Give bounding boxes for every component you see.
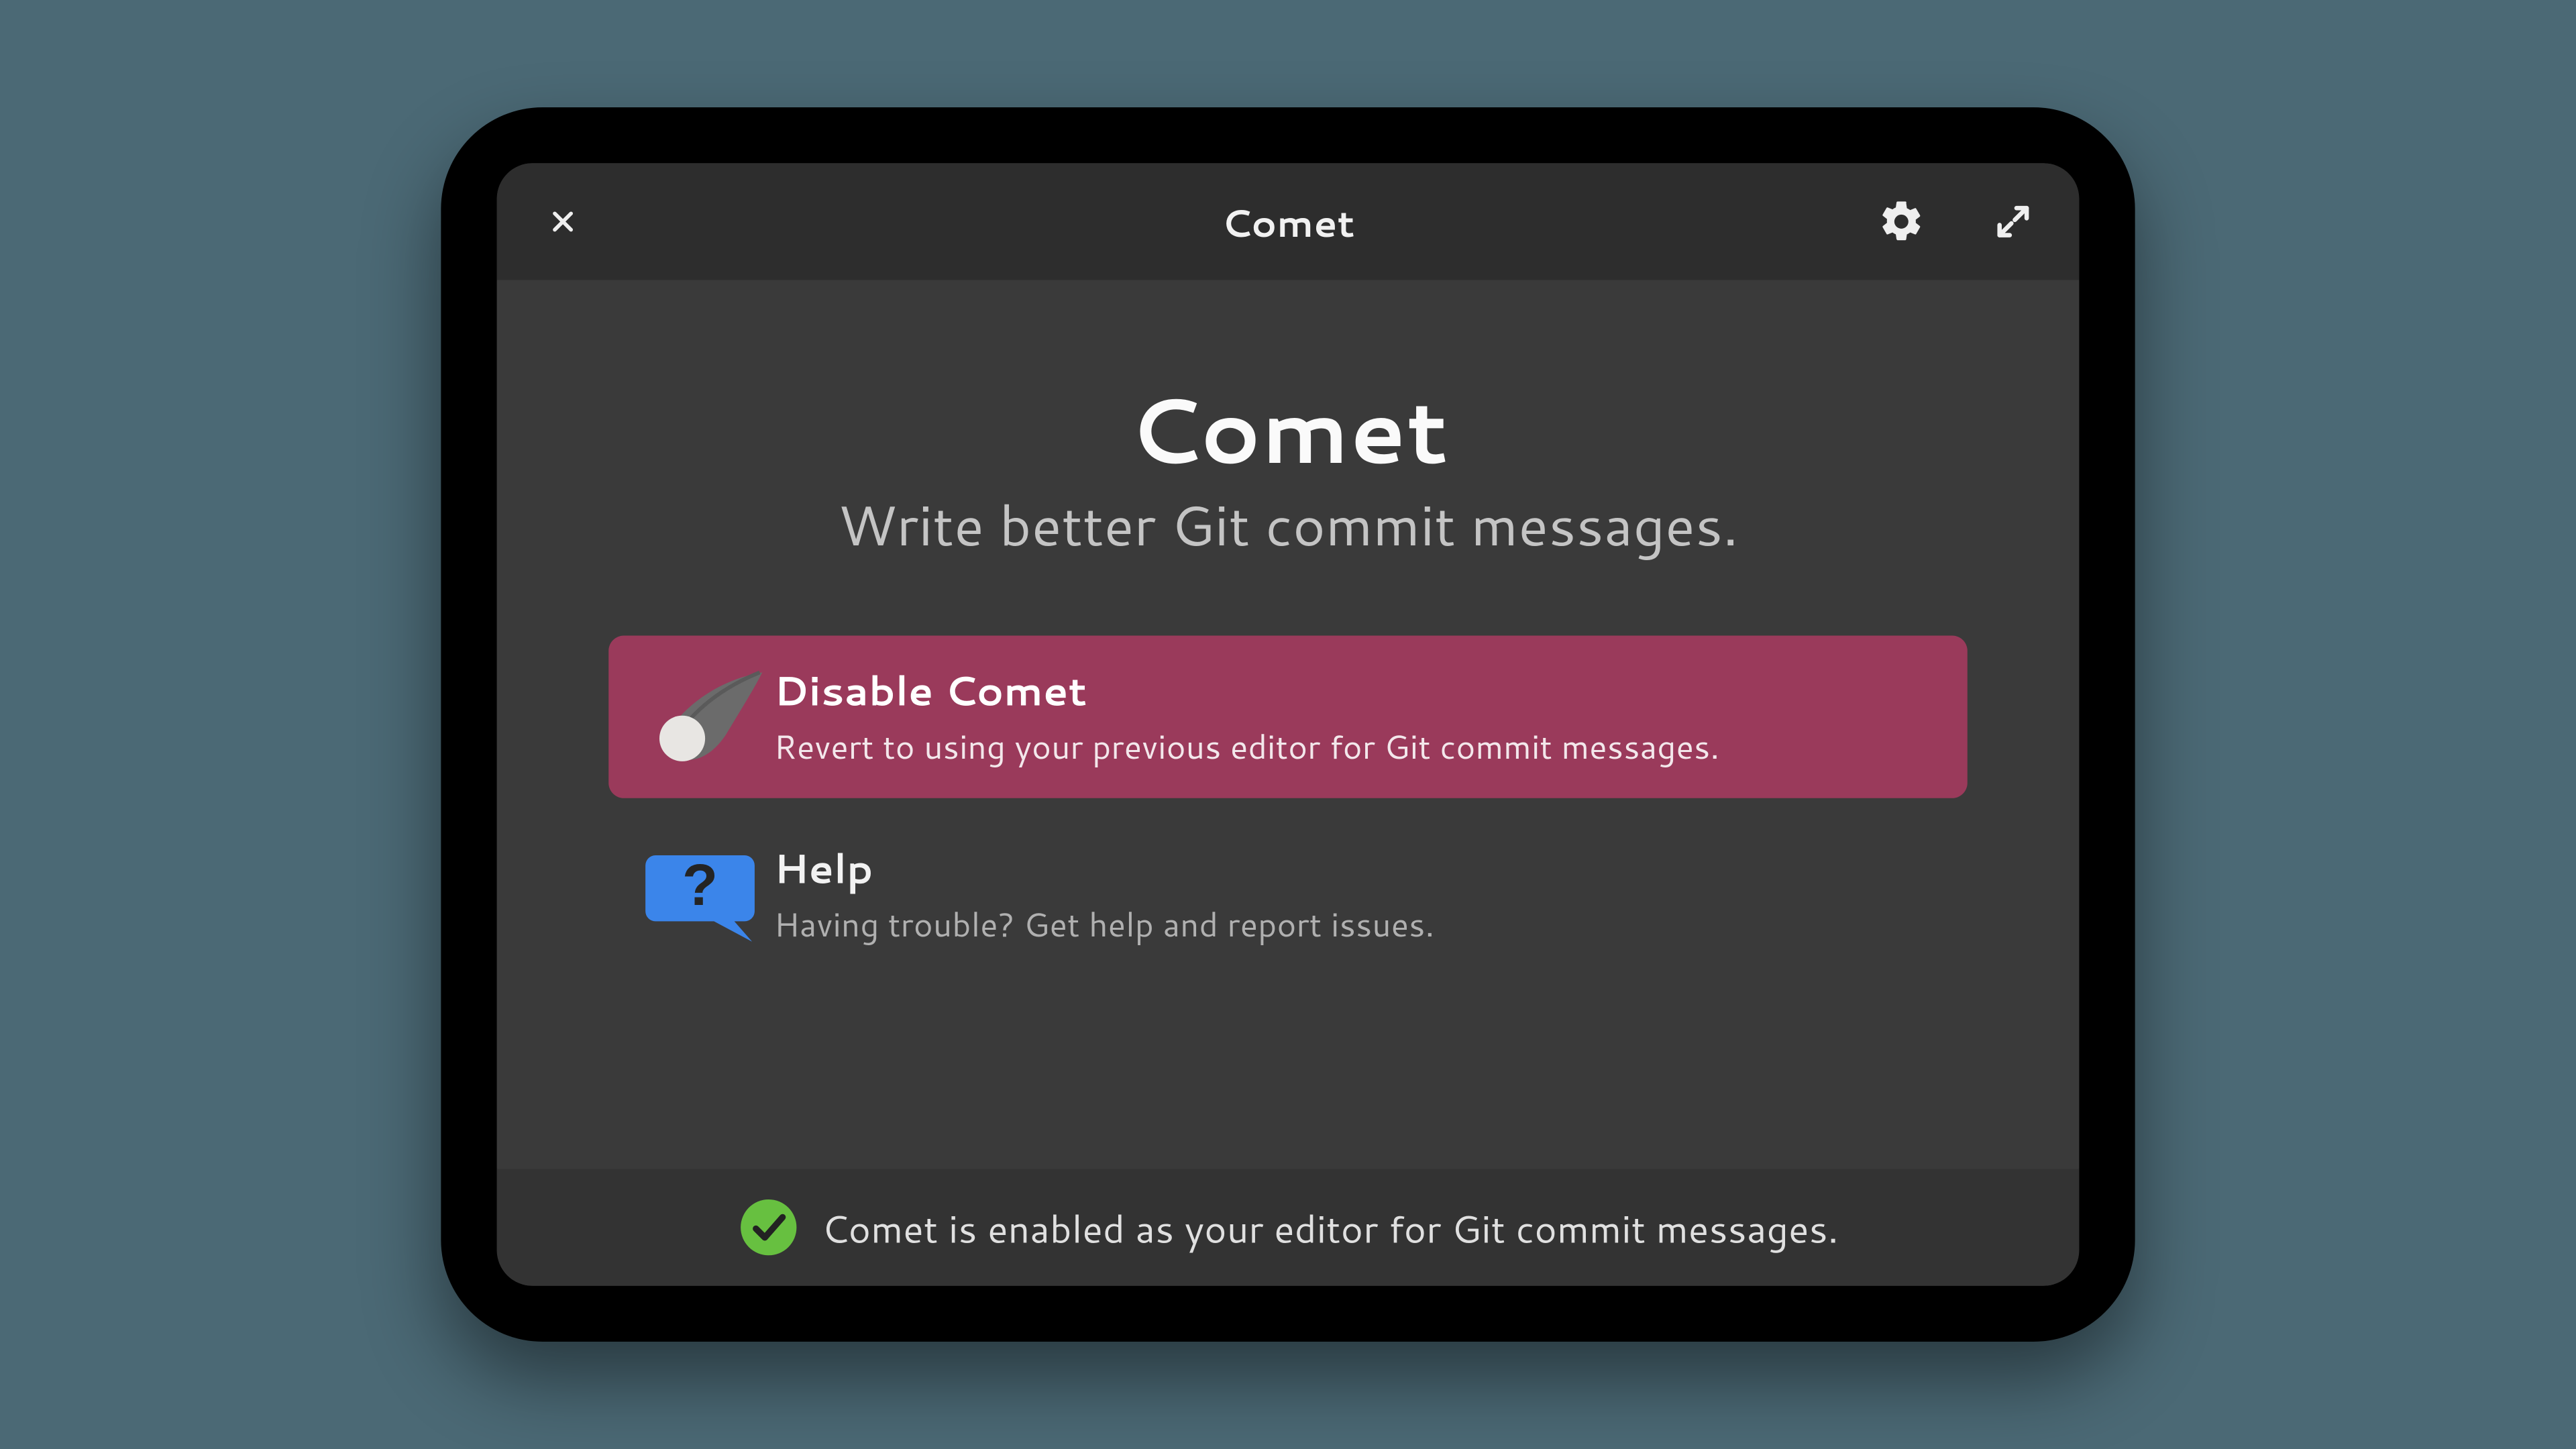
close-button[interactable] (533, 191, 594, 252)
action-list: Disable Comet Revert to using your previ… (608, 635, 1968, 975)
help-sub: Having trouble? Get help and report issu… (773, 902, 1434, 948)
titlebar: Comet (497, 163, 2080, 280)
device-frame: Comet (441, 107, 2135, 1342)
help-icon: ? (634, 813, 773, 975)
help-title: Help (773, 840, 1434, 897)
settings-button[interactable] (1871, 191, 1932, 252)
disable-comet-sub: Revert to using your previous editor for… (773, 724, 1719, 770)
comet-icon (634, 635, 773, 798)
main-panel: Comet Write better Git commit messages. … (497, 280, 2080, 1169)
gear-icon (1877, 197, 1925, 246)
page-subtitle: Write better Git commit messages. (838, 485, 1739, 564)
disable-comet-title: Disable Comet (773, 662, 1719, 719)
status-text: Comet is enabled as your editor for Git … (821, 1200, 1838, 1254)
check-icon (737, 1197, 798, 1258)
expand-icon (1993, 201, 2034, 242)
fullscreen-button[interactable] (1982, 191, 2043, 252)
close-icon (549, 208, 577, 236)
window-title: Comet (497, 195, 2080, 249)
help-row[interactable]: ? Help Having trouble? Get help and repo… (608, 813, 1968, 975)
disable-comet-row[interactable]: Disable Comet Revert to using your previ… (608, 635, 1968, 798)
page-title: Comet (1128, 382, 1448, 478)
status-bar: Comet is enabled as your editor for Git … (497, 1169, 2080, 1286)
svg-text:?: ? (682, 852, 718, 917)
app-window: Comet (497, 163, 2080, 1285)
